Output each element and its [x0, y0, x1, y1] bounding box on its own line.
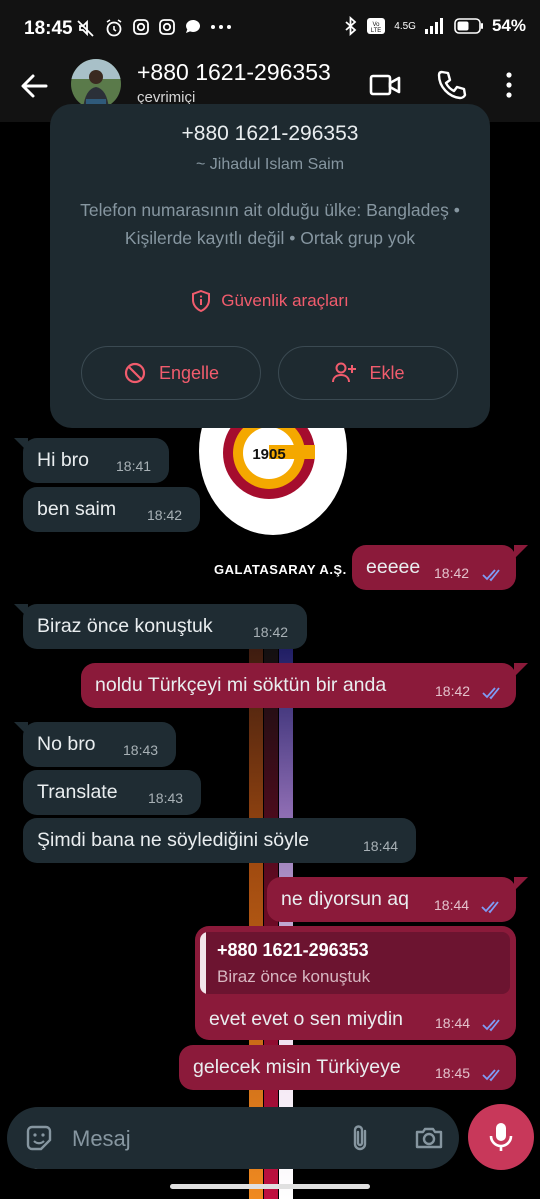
quote-text: Biraz önce konuştuk [217, 967, 371, 986]
message-time: 18:42 [253, 624, 289, 640]
message-composer[interactable]: Mesaj [7, 1107, 459, 1169]
safety-tools-label: Güvenlik araçları [221, 291, 349, 310]
message-time: 18:43 [123, 742, 159, 758]
quote-bar [200, 932, 206, 994]
logo-text: GALATASARAY A.Ş. [214, 562, 347, 577]
message-incoming[interactable]: Biraz önce konuştuk 18:42 [23, 604, 307, 649]
message-outgoing[interactable]: ne diyorsun aq 18:44 [267, 877, 516, 922]
message-time: 18:41 [116, 458, 152, 474]
status-bar: 18:45 Vo LTE 4.5G 54% [0, 0, 540, 58]
message-text: ne diyorsun aq [281, 888, 409, 910]
logo-year: 1905 [252, 446, 285, 463]
message-time: 18:44 [435, 1015, 471, 1031]
svg-text:LTE: LTE [371, 28, 382, 34]
message-text: gelecek misin Türkiyeye [193, 1056, 401, 1078]
read-ticks-icon [482, 687, 500, 700]
shield-icon [192, 290, 211, 312]
bubble-tail [514, 545, 528, 559]
read-ticks-icon [482, 1069, 500, 1082]
mic-button[interactable] [468, 1104, 534, 1170]
add-label: Ekle [369, 362, 405, 383]
message-incoming[interactable]: Hi bro 18:41 [23, 438, 169, 483]
back-arrow-icon[interactable] [18, 70, 50, 102]
message-text: eeeee [366, 556, 421, 578]
message-text: Hi bro [37, 449, 90, 471]
alarm-icon [106, 19, 122, 37]
safety-tools-link[interactable]: Güvenlik araçları [50, 290, 490, 312]
home-indicator[interactable] [170, 1184, 370, 1189]
camera-icon[interactable] [413, 1122, 445, 1154]
message-incoming[interactable]: ben saim 18:42 [23, 487, 200, 532]
quoted-message[interactable]: +880 1621-296353 Biraz önce konuştuk [200, 932, 510, 994]
info-alias: ~ Jihadul Islam Saim [195, 156, 345, 173]
quote-author: +880 1621-296353 [217, 940, 369, 960]
message-incoming[interactable]: Şimdi bana ne söylediğini söyle 18:44 [23, 818, 416, 863]
message-text: Şimdi bana ne söylediğini söyle [37, 829, 310, 851]
mic-icon [489, 1123, 513, 1151]
message-text: Translate [37, 781, 118, 803]
message-outgoing[interactable]: eeeee 18:42 [352, 545, 516, 590]
message-outgoing[interactable]: noldu Türkçeyi mi söktün bir anda 18:42 [81, 663, 516, 708]
message-time: 18:43 [148, 790, 184, 806]
message-time: 18:42 [435, 683, 471, 699]
message-time: 18:44 [434, 897, 470, 913]
contact-info-card: +880 1621-296353 ~ Jihadul Islam Saim Te… [50, 104, 490, 428]
message-text: noldu Türkçeyi mi söktün bir anda [95, 674, 387, 696]
volte-icon: VoLTE [367, 18, 386, 34]
message-time: 18:42 [434, 565, 470, 581]
more-icon [211, 25, 231, 29]
add-contact-button[interactable]: Ekle [278, 346, 458, 400]
bluetooth-icon [345, 16, 357, 36]
bubble-tail [514, 663, 528, 677]
bubble-tail [514, 877, 528, 891]
signal-icon [424, 18, 443, 34]
read-ticks-icon [481, 901, 499, 914]
message-input[interactable]: Mesaj [72, 1126, 131, 1152]
chat-icon [185, 19, 200, 33]
info-description: Telefon numarasının ait olduğu ülke: Ban… [80, 200, 460, 248]
battery-percent: 54% [491, 16, 526, 35]
sticker-icon[interactable] [23, 1122, 55, 1154]
instagram-icon [159, 19, 175, 35]
battery-icon [454, 18, 483, 34]
message-text: ben saim [37, 498, 117, 520]
attach-icon[interactable] [345, 1122, 377, 1154]
network-label: 4.5G [394, 20, 416, 32]
read-ticks-icon [482, 1019, 500, 1032]
block-icon [124, 362, 146, 384]
message-outgoing[interactable]: gelecek misin Türkiyeye 18:45 [179, 1045, 516, 1090]
read-ticks-icon [482, 569, 500, 582]
message-incoming[interactable]: No bro 18:43 [23, 722, 176, 767]
message-incoming[interactable]: Translate 18:43 [23, 770, 201, 815]
avatar[interactable] [71, 59, 121, 109]
message-time: 18:42 [147, 507, 183, 523]
add-person-icon [332, 362, 357, 383]
message-text: evet evet o sen miydin [209, 1008, 404, 1030]
mute-icon [77, 19, 94, 37]
instagram-icon [133, 19, 149, 35]
menu-more-icon[interactable] [492, 68, 526, 102]
info-number: +880 1621-296353 [181, 122, 359, 145]
block-button[interactable]: Engelle [81, 346, 261, 400]
message-time: 18:45 [435, 1065, 471, 1081]
phone-call-icon[interactable] [434, 68, 468, 102]
message-text: Biraz önce konuştuk [37, 615, 213, 637]
message-time: 18:44 [363, 838, 399, 854]
contact-name[interactable]: +880 1621-296353 [137, 59, 331, 86]
message-text: No bro [37, 733, 96, 755]
status-time: 18:45 [24, 18, 73, 39]
video-call-icon[interactable] [368, 68, 402, 102]
block-label: Engelle [158, 362, 220, 383]
